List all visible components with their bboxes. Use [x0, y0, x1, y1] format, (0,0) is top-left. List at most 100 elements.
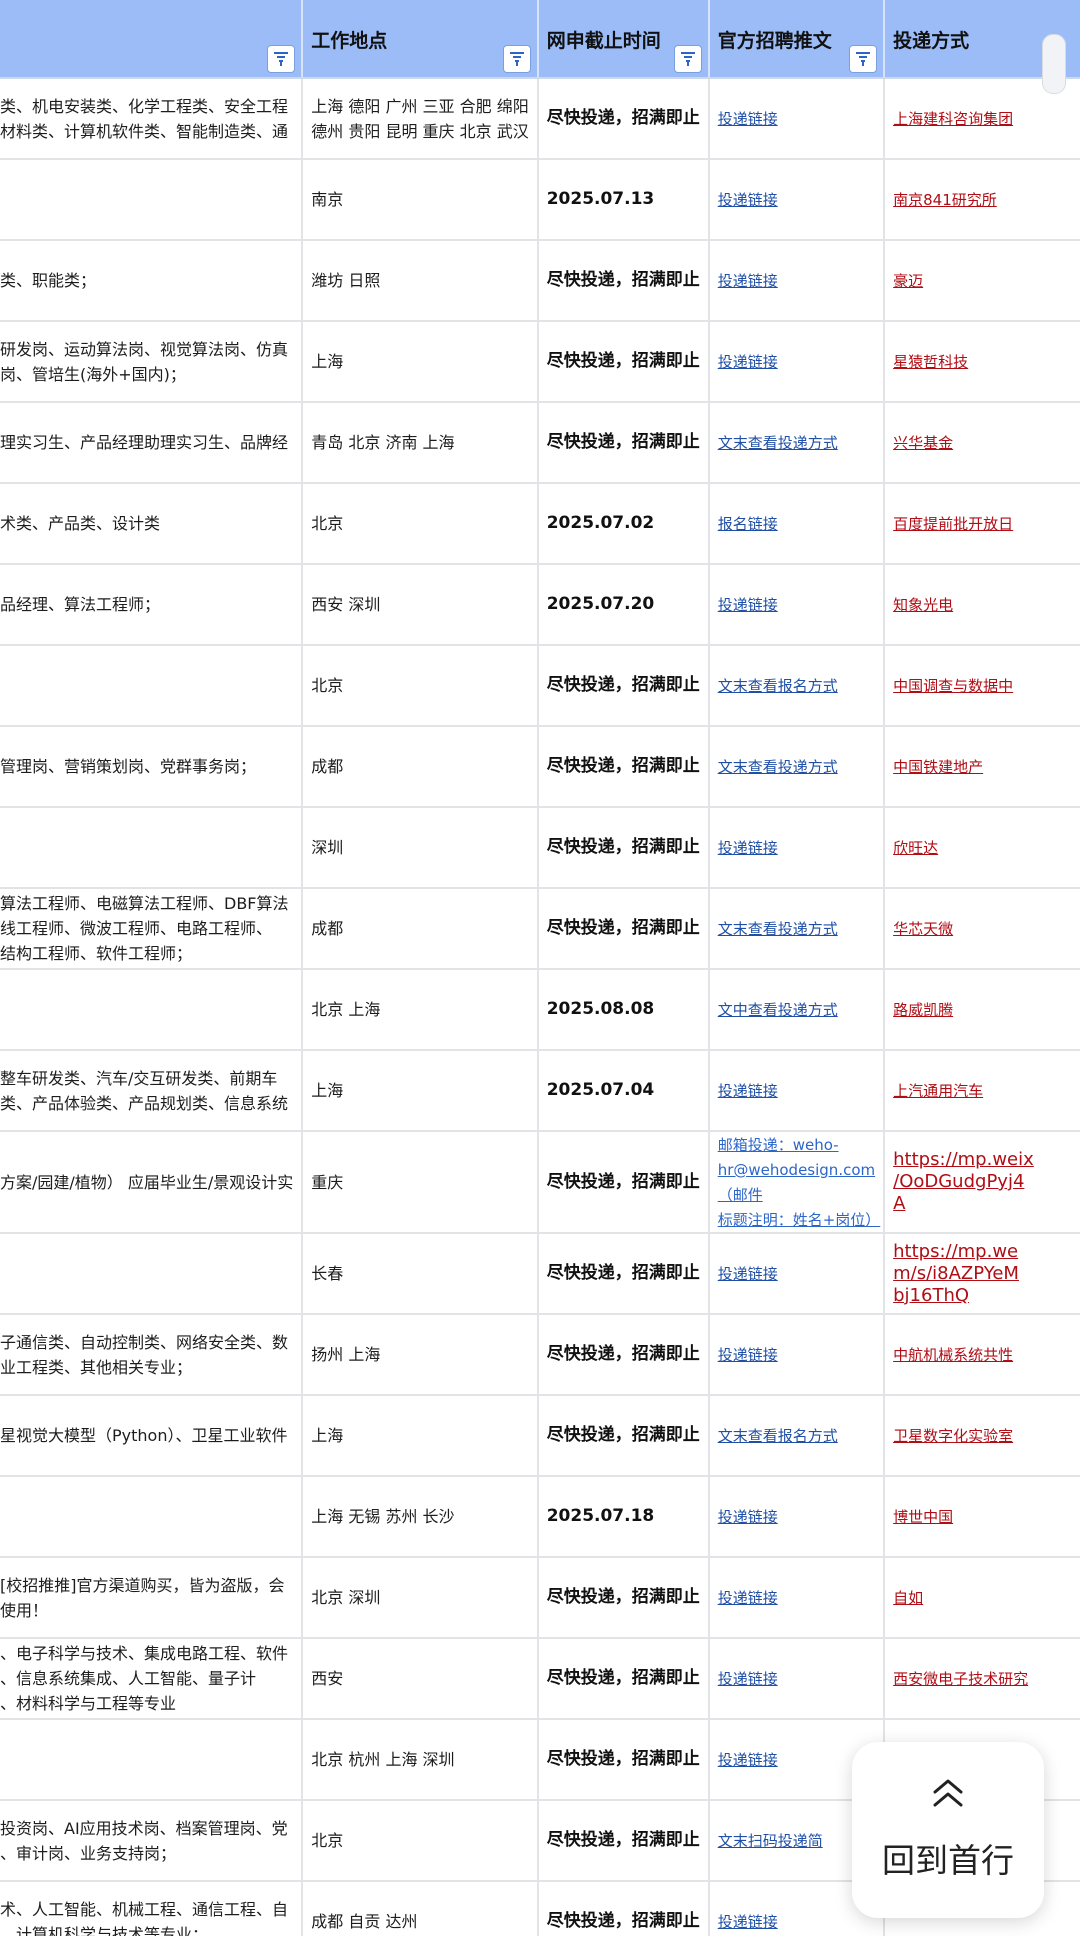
recruit-post-link[interactable]: 投递链接 [718, 272, 778, 290]
deadline-cell: 尽快投递，招满即止 [537, 1800, 710, 1882]
deadline-cell-text: 2025.07.13 [546, 189, 655, 209]
apply-method-link[interactable]: 卫星数字化实验室 [893, 1427, 1013, 1445]
table-row: 上海 无锡 苏州 长沙 2025.07.18 投递链接 博世中国 [0, 1476, 1080, 1558]
position-category-cell-text: 品经理、算法工程师； [0, 595, 161, 614]
deadline-cell: 尽快投递，招满即止 [537, 726, 710, 808]
table-row: 子通信类、自动控制类、网络安全类、数 业工程类、其他相关专业； 扬州 上海 尽快投递，… [0, 1314, 1080, 1396]
position-category-cell-text: 子通信类、自动控制类、网络安全类、数 业工程类、其他相关专业； [0, 1332, 289, 1377]
location-cell: 西安 [302, 1638, 539, 1720]
location-cell-text: 扬州 上海 [311, 1345, 381, 1364]
position-category-cell [0, 807, 304, 889]
deadline-cell-text: 尽快投递，招满即止 [546, 108, 700, 128]
apply-method-link[interactable]: 路威凯腾 [893, 1001, 953, 1019]
recruit-post-cell: 邮箱投递：weho-hr@wehodesign.com（邮件 标题注明：姓名+岗位… [708, 1131, 886, 1234]
recruit-post-link[interactable]: 投递链接 [718, 1508, 778, 1526]
recruit-post-link[interactable]: 投递链接 [718, 353, 778, 371]
recruit-post-link[interactable]: 投递链接 [718, 596, 778, 614]
deadline-cell-text: 尽快投递，招满即止 [546, 1587, 700, 1607]
header-label: 工作地点 [311, 30, 388, 52]
recruit-post-link[interactable]: 文末查看投递方式 [718, 434, 838, 452]
table-row: 类、职能类； 潍坊 日照 尽快投递，招满即止 投递链接 豪迈 [0, 240, 1080, 322]
apply-method-link[interactable]: 中国铁建地产 [893, 758, 983, 776]
position-category-cell-text: 整车研发类、汽车/交互研发类、前期车 类、产品体验类、产品规划类、信息系统 [0, 1068, 289, 1113]
filter-icon[interactable] [673, 45, 702, 73]
apply-method-link[interactable]: 兴华基金 [893, 434, 953, 452]
deadline-cell: 2025.08.08 [537, 969, 710, 1051]
apply-method-link[interactable]: 华芯天微 [893, 920, 953, 938]
recruit-post-link[interactable]: 文末查看投递方式 [718, 758, 838, 776]
deadline-cell: 尽快投递，招满即止 [537, 1719, 710, 1801]
location-cell: 北京 [302, 645, 539, 727]
location-cell: 上海 [302, 1050, 539, 1132]
apply-method-cell: 欣旺达 [884, 807, 1080, 889]
recruit-post-link[interactable]: 投递链接 [718, 839, 778, 857]
location-cell-text: 长春 [311, 1264, 344, 1283]
recruit-post-link[interactable]: 文末查看报名方式 [718, 1427, 838, 1445]
apply-method-link[interactable]: 知象光电 [893, 596, 953, 614]
table-row: 品经理、算法工程师； 西安 深圳 2025.07.20 投递链接 知象光电 [0, 564, 1080, 646]
recruit-post-link[interactable]: 投递链接 [718, 1589, 778, 1607]
apply-method-cell: 豪迈 [884, 240, 1080, 322]
recruit-post-cell: 投递链接 [708, 1050, 886, 1132]
recruit-post-link[interactable]: 投递链接 [718, 110, 778, 128]
apply-method-link[interactable]: 博世中国 [893, 1508, 953, 1526]
table-row: 整车研发类、汽车/交互研发类、前期车 类、产品体验类、产品规划类、信息系统 上海 20… [0, 1050, 1080, 1132]
table-row: 星视觉大模型（Python）、卫星工业软件 上海 尽快投递，招满即止 文末查看报名方式… [0, 1395, 1080, 1477]
recruit-post-link[interactable]: 文末查看投递方式 [718, 920, 838, 938]
apply-method-link[interactable]: 南京841研究所 [893, 191, 997, 209]
recruit-post-link[interactable]: 文末查看报名方式 [718, 677, 838, 695]
recruit-post-link[interactable]: 文中查看投递方式 [718, 1001, 838, 1019]
apply-method-cell: 中航机械系统共性 [884, 1314, 1080, 1396]
location-cell: 南京 [302, 159, 539, 241]
deadline-cell: 尽快投递，招满即止 [537, 807, 710, 889]
recruit-post-link[interactable]: 投递链接 [718, 1751, 778, 1769]
recruit-post-link[interactable]: 投递链接 [718, 191, 778, 209]
recruit-post-link[interactable]: 投递链接 [718, 1913, 778, 1931]
location-cell-text: 成都 [311, 757, 344, 776]
recruit-post-link[interactable]: 投递链接 [718, 1082, 778, 1100]
filter-icon[interactable] [502, 45, 531, 73]
scrollbar-thumb[interactable] [1042, 34, 1066, 94]
apply-method-link[interactable]: 上汽通用汽车 [893, 1082, 983, 1100]
recruit-post-link[interactable]: 文末扫码投递简 [718, 1832, 823, 1850]
filter-icon[interactable] [267, 45, 296, 73]
recruit-post-link[interactable]: 投递链接 [718, 1346, 778, 1364]
jobs-table: 工作地点 网申截止时间 官方招聘推文 投递方式 类、机电安装类、化学工程类、安全… [0, 0, 1080, 1936]
apply-method-link[interactable]: 中航机械系统共性 [893, 1346, 1013, 1364]
apply-method-link[interactable]: 星猿哲科技 [893, 353, 968, 371]
position-category-cell: 投资岗、AI应用技术岗、档案管理岗、党 、审计岗、业务支持岗； [0, 1800, 304, 1882]
apply-method-link[interactable]: 西安微电子技术研究 [893, 1670, 1028, 1688]
table-row: 研发岗、运动算法岗、视觉算法岗、仿真 岗、管培生(海外+国内)； 上海 尽快投递，招满… [0, 321, 1080, 403]
location-cell-text: 上海 [311, 1426, 344, 1445]
apply-method-link[interactable]: 自如 [893, 1589, 923, 1607]
recruit-post-link[interactable]: 邮箱投递：weho-hr@wehodesign.com（邮件 标题注明：姓名+岗位… [718, 1136, 881, 1229]
recruit-post-cell: 投递链接 [708, 159, 886, 241]
deadline-cell-text: 2025.07.04 [546, 1080, 655, 1100]
table-row: 北京 尽快投递，招满即止 文末查看报名方式 中国调查与数据中 [0, 645, 1080, 727]
location-cell: 长春 [302, 1233, 539, 1315]
apply-method-link[interactable]: 豪迈 [893, 272, 923, 290]
recruit-post-cell: 投递链接 [708, 564, 886, 646]
filter-icon[interactable] [849, 45, 878, 73]
apply-method-link[interactable]: 中国调查与数据中 [893, 677, 1013, 695]
location-cell: 青岛 北京 济南 上海 [302, 402, 539, 484]
position-category-cell-text: 理实习生、产品经理助理实习生、品牌经 [0, 433, 289, 452]
location-cell: 北京 深圳 [302, 1557, 539, 1639]
apply-method-cell: 西安微电子技术研究 [884, 1638, 1080, 1720]
apply-method-cell: 卫星数字化实验室 [884, 1395, 1080, 1477]
recruit-post-link[interactable]: 投递链接 [718, 1265, 778, 1283]
location-cell: 成都 [302, 888, 539, 970]
header-cell: 官方招聘推文 [708, 0, 886, 79]
position-category-cell: 、电子科学与技术、集成电路工程、软件 、信息系统集成、人工智能、量子计 、材料科学与… [0, 1638, 304, 1720]
apply-method-link[interactable]: 百度提前批开放日 [893, 515, 1013, 533]
apply-method-link[interactable]: 上海建科咨询集团 [893, 110, 1013, 128]
apply-method-cell: 南京841研究所 [884, 159, 1080, 241]
header-label: 投递方式 [893, 30, 970, 52]
apply-method-link[interactable]: https://mp.weix/OoDGudgPyj4 A [893, 1149, 1080, 1215]
apply-method-link[interactable]: https://mp.we m/s/i8AZPYeM bj16ThQ [893, 1241, 1080, 1307]
position-category-cell-text: 类、职能类； [0, 271, 97, 290]
recruit-post-link[interactable]: 报名链接 [718, 515, 778, 533]
apply-method-link[interactable]: 欣旺达 [893, 839, 938, 857]
back-to-top-button[interactable]: 回到首行 [852, 1742, 1044, 1918]
recruit-post-link[interactable]: 投递链接 [718, 1670, 778, 1688]
